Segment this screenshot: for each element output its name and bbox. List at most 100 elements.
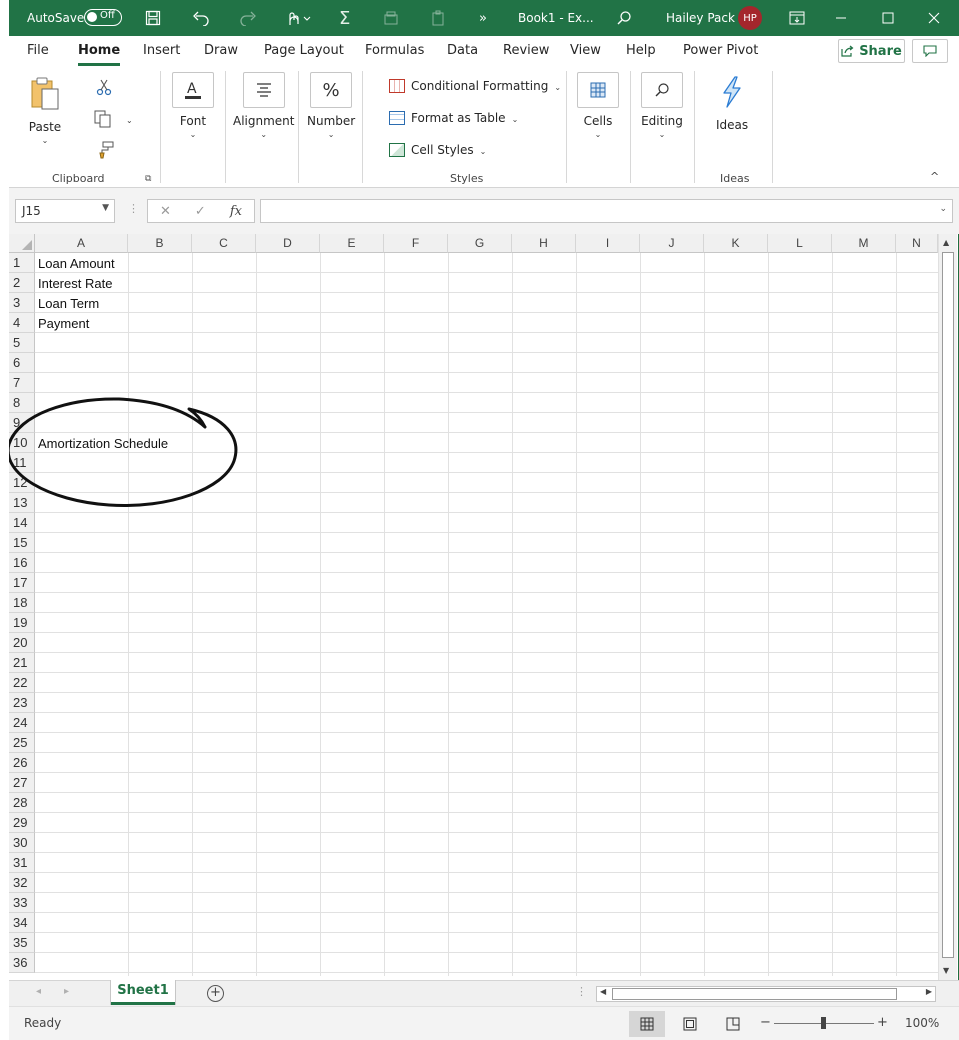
row-header[interactable]: 16 xyxy=(9,553,35,573)
copy-button[interactable]: ⌄ xyxy=(94,110,133,128)
scroll-up-icon[interactable]: ▲ xyxy=(943,238,949,247)
name-box[interactable]: J15 ▼ xyxy=(15,199,115,223)
expand-formula-icon[interactable]: ⌄ xyxy=(939,204,947,214)
column-header-a[interactable]: A xyxy=(35,234,128,253)
tab-data[interactable]: Data xyxy=(447,43,478,58)
save-icon[interactable] xyxy=(145,0,161,36)
scroll-right-icon[interactable]: ▶ xyxy=(926,987,932,996)
next-sheet-icon[interactable]: ▸ xyxy=(64,986,69,997)
insert-function-button[interactable]: fx xyxy=(230,204,242,219)
tab-draw[interactable]: Draw xyxy=(204,43,238,58)
dialog-launcher-icon[interactable]: ⧉ xyxy=(145,174,151,184)
minimize-icon[interactable] xyxy=(835,0,847,36)
column-header-b[interactable]: B xyxy=(128,234,192,253)
cell-a2[interactable]: Interest Rate xyxy=(38,274,112,294)
scroll-left-icon[interactable]: ◀ xyxy=(600,987,606,996)
tab-page-layout[interactable]: Page Layout xyxy=(264,43,344,58)
row-header[interactable]: 3 xyxy=(9,293,35,313)
redo-icon[interactable] xyxy=(239,0,257,36)
row-header[interactable]: 34 xyxy=(9,913,35,933)
column-header-n[interactable]: N xyxy=(896,234,938,253)
scroll-thumb[interactable] xyxy=(942,252,954,958)
cell-a3[interactable]: Loan Term xyxy=(38,294,99,314)
page-break-view-button[interactable] xyxy=(715,1011,751,1037)
cancel-icon[interactable]: ✕ xyxy=(160,204,171,219)
ribbon-display-icon[interactable] xyxy=(789,0,805,36)
touch-mode-icon[interactable] xyxy=(285,0,311,36)
cell-a1[interactable]: Loan Amount xyxy=(38,254,115,274)
autosave-toggle[interactable]: Off xyxy=(84,9,122,26)
font-button[interactable]: A Font ⌄ xyxy=(172,72,214,139)
zoom-level[interactable]: 100% xyxy=(905,1016,939,1030)
undo-icon[interactable] xyxy=(192,0,210,36)
conditional-formatting-button[interactable]: Conditional Formatting ⌄ xyxy=(389,79,561,93)
row-header[interactable]: 20 xyxy=(9,633,35,653)
column-header-m[interactable]: M xyxy=(832,234,896,253)
row-header[interactable]: 32 xyxy=(9,873,35,893)
column-header-l[interactable]: L xyxy=(768,234,832,253)
column-header-d[interactable]: D xyxy=(256,234,320,253)
row-header[interactable]: 35 xyxy=(9,933,35,953)
enter-icon[interactable]: ✓ xyxy=(195,204,206,219)
cut-icon[interactable] xyxy=(96,78,112,99)
select-all-corner[interactable] xyxy=(9,234,35,253)
tab-file[interactable]: File xyxy=(27,43,49,58)
row-header[interactable]: 30 xyxy=(9,833,35,853)
zoom-out-button[interactable]: − xyxy=(760,1015,771,1030)
editing-button[interactable]: Editing ⌄ xyxy=(641,72,683,139)
cell-area[interactable] xyxy=(35,253,938,976)
tab-formulas[interactable]: Formulas xyxy=(365,43,424,58)
tab-help[interactable]: Help xyxy=(626,43,656,58)
row-header[interactable]: 14 xyxy=(9,513,35,533)
row-header[interactable]: 2 xyxy=(9,273,35,293)
row-header[interactable]: 27 xyxy=(9,773,35,793)
row-header[interactable]: 21 xyxy=(9,653,35,673)
maximize-icon[interactable] xyxy=(882,0,894,36)
spreadsheet-grid[interactable]: A B C D E F G H I J K L M N 1 2 3 4 5 6 7 8 9 10 1… xyxy=(9,234,938,976)
row-header[interactable]: 6 xyxy=(9,353,35,373)
tab-insert[interactable]: Insert xyxy=(143,43,180,58)
user-name[interactable]: Hailey Pack xyxy=(666,0,735,36)
column-header-e[interactable]: E xyxy=(320,234,384,253)
row-header[interactable]: 24 xyxy=(9,713,35,733)
row-header[interactable]: 22 xyxy=(9,673,35,693)
prev-sheet-icon[interactable]: ◂ xyxy=(36,986,41,997)
sheet-tab-sheet1[interactable]: Sheet1 xyxy=(111,980,175,1005)
autosum-icon[interactable]: Σ xyxy=(339,0,350,36)
share-button[interactable]: Share xyxy=(838,39,905,63)
splitter-handle-icon[interactable]: ⋮ xyxy=(576,985,587,998)
column-header-i[interactable]: I xyxy=(576,234,640,253)
row-header[interactable]: 15 xyxy=(9,533,35,553)
normal-view-button[interactable] xyxy=(629,1011,665,1037)
add-sheet-button[interactable]: + xyxy=(207,985,224,1002)
column-header-k[interactable]: K xyxy=(704,234,768,253)
alignment-button[interactable]: Alignment ⌄ xyxy=(233,72,294,139)
clipboard-small-icon[interactable] xyxy=(430,0,446,36)
vertical-scrollbar[interactable]: ▲ ▼ xyxy=(938,234,957,980)
format-painter-icon[interactable] xyxy=(96,141,114,162)
cell-styles-button[interactable]: Cell Styles ⌄ xyxy=(389,143,486,157)
row-header[interactable]: 17 xyxy=(9,573,35,593)
row-header[interactable]: 5 xyxy=(9,333,35,353)
avatar[interactable]: HP xyxy=(738,6,762,30)
tab-view[interactable]: View xyxy=(570,43,601,58)
scroll-down-icon[interactable]: ▼ xyxy=(943,966,949,975)
column-header-c[interactable]: C xyxy=(192,234,256,253)
tab-home[interactable]: Home xyxy=(78,43,121,66)
row-header[interactable]: 4 xyxy=(9,313,35,333)
print-preview-icon[interactable] xyxy=(383,0,399,36)
column-header-g[interactable]: G xyxy=(448,234,512,253)
cells-button[interactable]: Cells ⌄ xyxy=(577,72,619,139)
zoom-slider-thumb[interactable] xyxy=(821,1017,826,1029)
row-header[interactable]: 19 xyxy=(9,613,35,633)
tab-power-pivot[interactable]: Power Pivot xyxy=(683,43,758,58)
page-layout-view-button[interactable] xyxy=(672,1011,708,1037)
row-header[interactable]: 18 xyxy=(9,593,35,613)
paste-button[interactable]: Paste ⌄ xyxy=(28,76,62,145)
row-header[interactable]: 36 xyxy=(9,953,35,973)
row-header[interactable]: 28 xyxy=(9,793,35,813)
row-header[interactable]: 23 xyxy=(9,693,35,713)
column-header-h[interactable]: H xyxy=(512,234,576,253)
row-header[interactable]: 29 xyxy=(9,813,35,833)
comments-button[interactable] xyxy=(912,39,948,63)
